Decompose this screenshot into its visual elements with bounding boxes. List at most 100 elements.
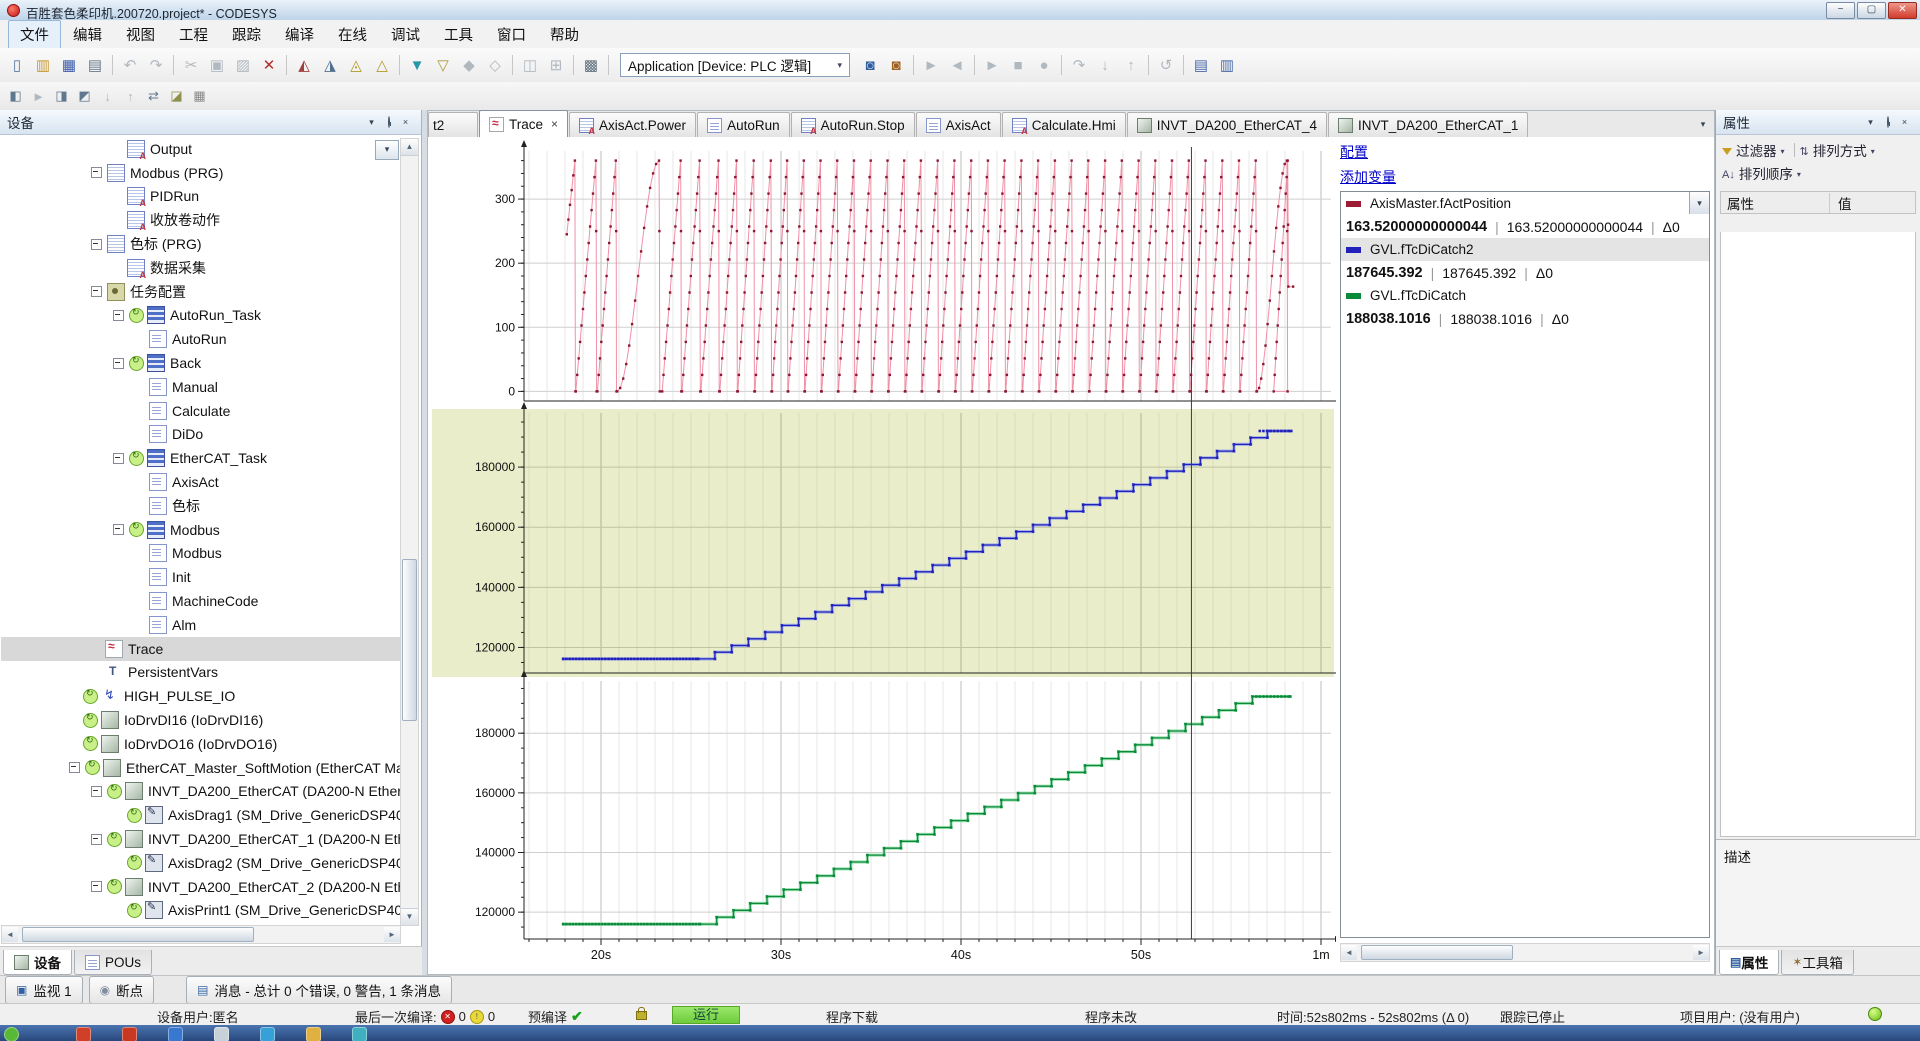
tree-item[interactable]: 收放卷动作 [1,208,400,232]
variable-dropdown-icon[interactable]: ▾ [1689,192,1709,214]
tree-item[interactable]: AxisDrag2 (SM_Drive_GenericDSP402) [1,851,400,875]
tree-item[interactable]: AxisAct [1,470,400,494]
panel-tab[interactable]: ✶工具箱 [1781,950,1854,975]
expander-icon[interactable] [69,762,80,773]
menu-item[interactable]: 帮助 [538,20,591,49]
panel-close-icon[interactable]: × [397,115,414,130]
menu-item[interactable]: 文件 [8,20,61,49]
next-message-icon[interactable]: ⊞ [544,53,568,77]
document-tab[interactable]: INVT_DA200_EtherCAT_1 [1328,112,1528,137]
tree-item[interactable]: MachineCode [1,589,400,613]
document-tab[interactable]: Calculate.Hmi [1002,112,1126,137]
breakpoint-icon[interactable]: ● [1032,53,1056,77]
panel-tab[interactable]: POUs [74,950,152,975]
tree-horizontal-scrollbar[interactable]: ◄ ► [1,925,401,944]
tree-item[interactable]: AxisDrag1 (SM_Drive_GenericDSP402) [1,803,400,827]
trace-variable-row[interactable]: GVL.fTcDiCatch [1341,284,1709,307]
tree-item[interactable]: Alm [1,613,400,637]
document-tab[interactable]: INVT_DA200_EtherCAT_4 [1127,112,1327,137]
tree-item[interactable]: INVT_DA200_EtherCAT_1 (DA200-N EtherC [1,827,400,851]
close-button[interactable] [1888,2,1917,19]
edit-object-icon[interactable]: ◧ [5,86,26,107]
document-tab[interactable]: AxisAct.Power [569,112,696,137]
expander-icon[interactable] [113,358,124,369]
panel-menu-icon[interactable]: ▾ [1862,115,1879,130]
expander-icon[interactable] [113,453,124,464]
app-folder-icon[interactable] [306,1027,321,1041]
save-icon[interactable]: ▦ [57,53,81,77]
prev-message-icon[interactable]: ◫ [518,53,542,77]
bookmark-next-icon[interactable]: ▽ [431,53,455,77]
panel-tab[interactable]: 设备 [3,950,72,975]
menu-item[interactable]: 调试 [379,20,432,49]
arrange-button[interactable]: ⇅ 排列方式 ▾ [1800,141,1875,163]
document-tab[interactable]: AutoRun [697,112,790,137]
document-tab[interactable]: AxisAct [916,112,1001,137]
step-into-icon[interactable]: ↓ [1093,53,1117,77]
tree-item[interactable]: EtherCAT_Master_SoftMotion (EtherCAT Mas… [1,756,400,780]
tree-item[interactable]: INVT_DA200_EtherCAT_2 (DA200-N EtherC [1,875,400,899]
tree-item[interactable]: EtherCAT_Task [1,446,400,470]
tree-item[interactable]: Modbus (PRG) [1,161,400,185]
bookmark-clear-icon[interactable]: ◇ [483,53,507,77]
expander-icon[interactable] [91,881,102,892]
redo-icon[interactable]: ↷ [144,53,168,77]
delete-icon[interactable]: ✕ [257,53,281,77]
tree-item[interactable]: Manual [1,375,400,399]
stop-icon[interactable]: ■ [1006,53,1030,77]
tree-item[interactable]: 数据采集 [1,256,400,280]
menu-item[interactable]: 工程 [167,20,220,49]
cut-icon[interactable]: ✂ [179,53,203,77]
panel-menu-icon[interactable]: ▾ [363,115,380,130]
copy-icon[interactable]: ▣ [205,53,229,77]
panel-tab[interactable]: ▤属性 [1719,950,1779,975]
scroll-up-icon[interactable]: ▲ [401,139,418,156]
panel-close-icon[interactable]: × [1896,115,1913,130]
print-icon[interactable]: ▤ [83,53,107,77]
expander-icon[interactable] [91,286,102,297]
tree-item[interactable]: AutoRun [1,327,400,351]
run-tool-icon[interactable]: ► [28,86,49,107]
tab-overflow-icon[interactable]: ▾ [1695,116,1711,132]
app-blue-icon[interactable] [168,1027,183,1041]
expander-icon[interactable] [91,834,102,845]
scroll-right-icon[interactable]: ► [1693,945,1709,960]
menu-item[interactable]: 视图 [114,20,167,49]
menu-item[interactable]: 工具 [432,20,485,49]
grid-tool-icon[interactable]: ▦ [189,86,210,107]
menu-item[interactable]: 窗口 [485,20,538,49]
app-gray-icon[interactable] [214,1027,229,1041]
tree-item[interactable]: IoDrvDI16 (IoDrvDI16) [1,708,400,732]
column-value[interactable]: 值 [1830,193,1852,213]
pin-icon[interactable] [380,115,397,130]
app-browser-icon[interactable] [260,1027,275,1041]
expander-icon[interactable] [113,310,124,321]
scrollbar-thumb[interactable] [1361,945,1513,960]
expander-icon[interactable] [91,239,102,250]
build-icon[interactable]: ◙ [858,53,882,77]
app-teal-icon[interactable] [352,1027,367,1041]
tree-item[interactable]: Output [1,137,400,161]
scrollbar-thumb[interactable] [22,927,254,942]
project-settings-icon[interactable]: ▩ [579,53,603,77]
flag-tool-icon[interactable]: ◪ [166,86,187,107]
login-icon[interactable]: ► [919,53,943,77]
document-tab[interactable]: Trace× [479,110,568,137]
tree-dropdown-button[interactable]: ▾ [375,140,399,160]
compare-icon[interactable]: ⇄ [143,86,164,107]
document-tab[interactable]: AutoRun.Stop [791,112,915,137]
app-red-2-icon[interactable] [122,1027,137,1041]
bookmark-prev-icon[interactable]: ◆ [457,53,481,77]
document-tab[interactable]: t2 [428,112,478,137]
tree-item[interactable]: PersistentVars [1,661,400,685]
reset-warm-icon[interactable]: ↺ [1154,53,1178,77]
find-next-icon[interactable]: ◬ [344,53,368,77]
tree-vertical-scrollbar[interactable]: ▲ ▼ [400,138,419,926]
tree-item[interactable]: Modbus [1,518,400,542]
replace-icon[interactable]: ◮ [318,53,342,77]
scroll-left-icon[interactable]: ◄ [2,927,18,942]
tree-item[interactable]: Calculate [1,399,400,423]
trace-add-variable-link[interactable]: 添加变量 [1340,167,1396,187]
trace-variable-row[interactable]: GVL.fTcDiCatch2 [1341,238,1709,261]
step-over-icon[interactable]: ↷ [1067,53,1091,77]
